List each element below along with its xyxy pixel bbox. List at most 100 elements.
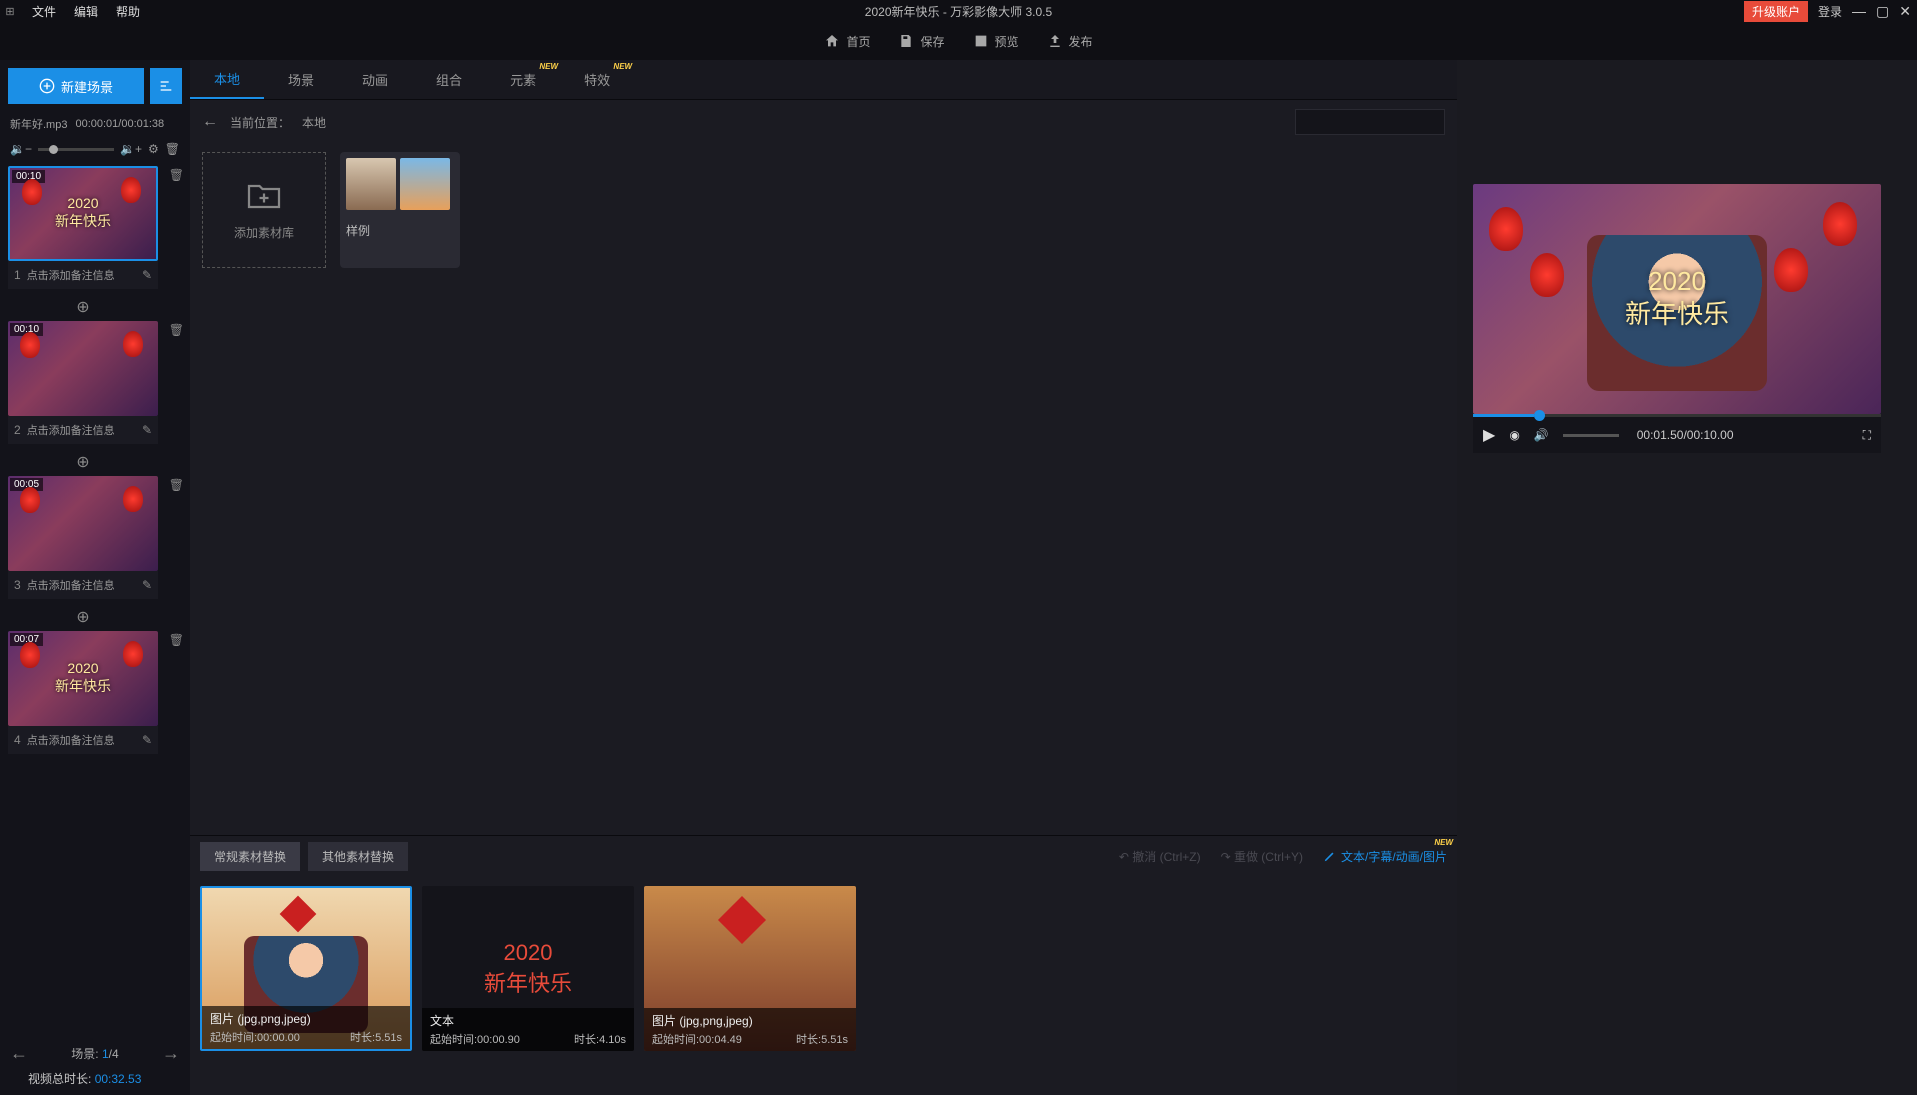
undo-button[interactable]: ↶ 撤消 (Ctrl+Z) [1119,848,1201,865]
search-box[interactable]: 🔍 [1295,109,1445,135]
next-scene-icon[interactable]: → [162,1043,180,1064]
total-value: 00:32.53 [95,1072,142,1086]
scene-card[interactable]: 00:05 3 点击添加备注信息 ✎ 🗑 [8,476,182,599]
close-icon[interactable]: ✕ [1899,3,1911,20]
scene-caption[interactable]: 点击添加备注信息 [27,422,136,438]
tab-other-replace[interactable]: 其他素材替换 [308,842,408,871]
tab-label: 本地 [214,69,240,88]
new-badge: NEW [613,62,632,71]
back-icon[interactable]: ← [202,113,218,131]
menu-edit[interactable]: 编辑 [74,3,98,20]
breadcrumb: ← 当前位置： 本地 🔍 [190,100,1457,144]
preview-text-l2: 新年快乐 [1473,298,1881,332]
maximize-icon[interactable]: ▢ [1876,3,1889,20]
undo-label: 撤消 (Ctrl+Z) [1132,850,1200,864]
edit-icon[interactable]: ✎ [142,268,152,282]
breadcrumb-value: 本地 [302,114,326,131]
delete-icon[interactable]: 🗑 [169,168,182,182]
scene-card[interactable]: 00:10 2020新年快乐 1 点击添加备注信息 ✎ 🗑 [8,166,182,289]
clip-card[interactable]: 图片 (jpg,png,jpeg) 起始时间:00:00.00时长:5.51s [200,886,412,1051]
add-between-icon[interactable]: ⊕ [8,293,158,321]
tab-动画[interactable]: 动画 [338,60,412,99]
tab-元素[interactable]: 元素NEW [486,60,560,99]
save-button[interactable]: 保存 [898,33,944,50]
volume-down-icon[interactable]: 🔉− [10,142,32,156]
page-total: /4 [109,1047,119,1061]
scene-card[interactable]: 00:10 2 点击添加备注信息 ✎ 🗑 [8,321,182,444]
upgrade-button[interactable]: 升级账户 [1744,1,1808,22]
prev-scene-icon[interactable]: ← [10,1043,28,1064]
menu-help[interactable]: 帮助 [116,3,140,20]
add-library-button[interactable]: 添加素材库 [202,152,326,268]
edit-icon[interactable]: ✎ [142,423,152,437]
clip-card[interactable]: 2020新年快乐 文本 起始时间:00:00.90时长:4.10s [422,886,634,1051]
scene-thumb[interactable]: 00:07 2020新年快乐 [8,631,158,726]
clip-list: 图片 (jpg,png,jpeg) 起始时间:00:00.00时长:5.51s … [190,876,1457,1095]
new-scene-button[interactable]: 新建场景 [8,68,144,104]
minimize-icon[interactable]: — [1852,3,1866,19]
toolbar: 首页 保存 预览 发布 [0,22,1917,60]
sort-button[interactable] [150,68,182,104]
folder-plus-icon [246,180,282,210]
fullscreen-icon[interactable]: ⛶ [1863,428,1871,443]
scene-page: 场景: 1/4 [71,1045,118,1062]
audio-filename[interactable]: 新年好.mp3 [10,116,67,132]
scene-card[interactable]: 00:07 2020新年快乐 4 点击添加备注信息 ✎ 🗑 [8,631,182,754]
trash-icon[interactable]: 🗑 [165,142,180,156]
scene-thumb[interactable]: 00:10 [8,321,158,416]
loop-icon[interactable]: ◉ [1509,428,1519,442]
tab-特效[interactable]: 特效NEW [560,60,634,99]
tab-场景[interactable]: 场景 [264,60,338,99]
scene-caption[interactable]: 点击添加备注信息 [27,267,136,283]
edit-icon[interactable]: ✎ [142,733,152,747]
add-between-icon[interactable]: ⊕ [8,448,158,476]
tab-label: 场景 [288,70,314,89]
search-input[interactable] [1304,115,1459,129]
volume-up-icon[interactable]: 🔉+ [120,142,142,156]
clip-card[interactable]: 图片 (jpg,png,jpeg) 起始时间:00:04.49时长:5.51s [644,886,856,1051]
scene-caption[interactable]: 点击添加备注信息 [27,732,136,748]
delete-icon[interactable]: 🗑 [169,323,182,337]
mute-icon[interactable]: 🔊 [1534,428,1549,442]
scene-caption[interactable]: 点击添加备注信息 [27,577,136,593]
text-subtitle-link[interactable]: 文本/字幕/动画/图片 NEW [1323,848,1447,865]
add-library-label: 添加素材库 [234,224,294,241]
preview-controls: ▶ ◉ 🔊 00:01.50/00:10.00 ⛶ [1473,417,1881,453]
scene-thumb[interactable]: 00:10 2020新年快乐 [8,166,158,261]
clip-info: 图片 (jpg,png,jpeg) 起始时间:00:04.49时长:5.51s [644,1008,856,1051]
clip-start: 起始时间:00:04.49 [652,1031,742,1047]
scene-thumb[interactable]: 00:05 [8,476,158,571]
center-panel: 本地 场景 动画组合元素NEW特效NEW ← 当前位置： 本地 🔍 添加素材库 样例 [190,60,1457,1095]
menu-file[interactable]: 文件 [32,3,56,20]
redo-button[interactable]: ↷ 重做 (Ctrl+Y) [1221,848,1303,865]
audio-time: 00:00:01/00:01:38 [75,118,164,130]
playback-progress[interactable] [1473,414,1881,417]
publish-label: 发布 [1069,33,1093,50]
gear-icon[interactable]: ⚙ [148,142,159,156]
tab-normal-replace[interactable]: 常规素材替换 [200,842,300,871]
tab-组合[interactable]: 组合 [412,60,486,99]
volume-slider[interactable] [38,148,114,151]
edit-icon[interactable]: ✎ [142,578,152,592]
delete-icon[interactable]: 🗑 [169,478,182,492]
sidebar: 新建场景 新年好.mp3 00:00:01/00:01:38 🔉− 🔉+ ⚙ 🗑… [0,60,190,1095]
add-between-icon[interactable]: ⊕ [8,603,158,631]
clip-start: 起始时间:00:00.00 [210,1029,300,1045]
tab-本地[interactable]: 本地 [190,60,264,99]
play-icon[interactable]: ▶ [1483,425,1495,445]
new-badge: NEW [539,62,558,71]
preview-button[interactable]: 预览 [973,33,1019,50]
total-label: 视频总时长: [28,1072,91,1086]
login-button[interactable]: 登录 [1818,3,1842,20]
home-button[interactable]: 首页 [824,33,870,50]
delete-icon[interactable]: 🗑 [169,633,182,647]
preview-volume-slider[interactable] [1563,434,1619,437]
asset-tabs: 本地 场景 动画组合元素NEW特效NEW [190,60,1457,100]
sample-folder[interactable]: 样例 [340,152,460,268]
home-label: 首页 [846,33,870,50]
clip-duration: 时长:4.10s [574,1031,626,1047]
scene-index: 2 [14,423,21,437]
new-scene-label: 新建场景 [61,77,113,96]
audio-row: 新年好.mp3 00:00:01/00:01:38 [8,112,182,136]
publish-button[interactable]: 发布 [1047,33,1093,50]
